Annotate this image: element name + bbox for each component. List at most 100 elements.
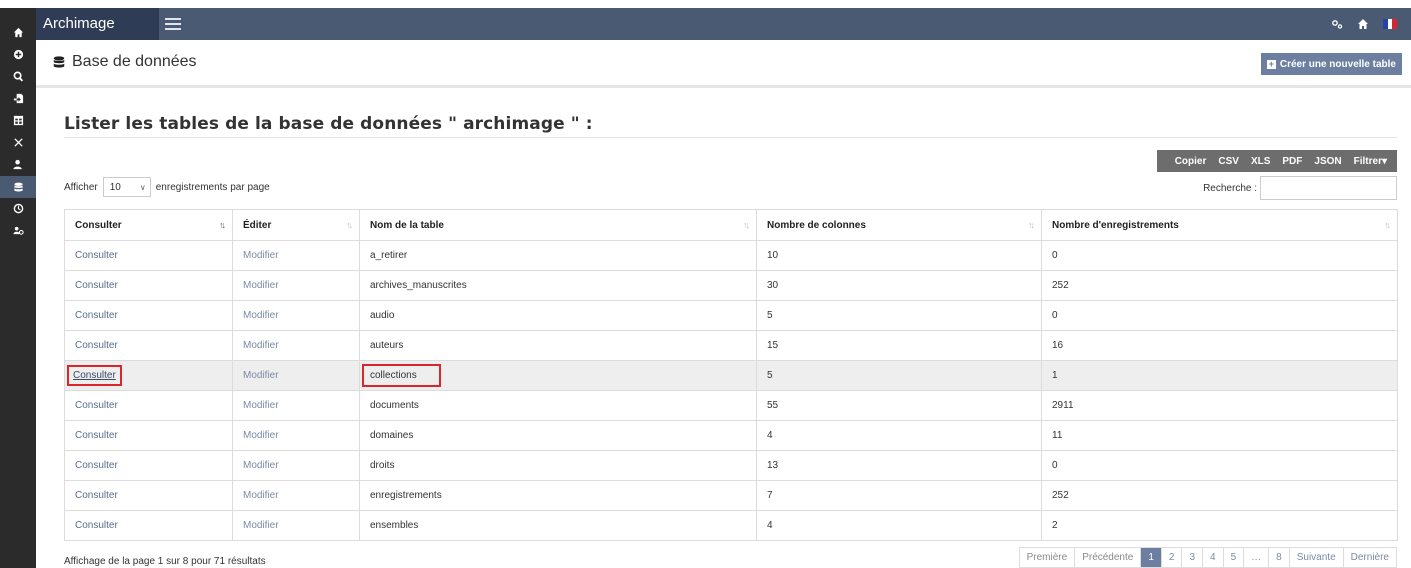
divider bbox=[64, 137, 1397, 138]
page-length-value: 10 bbox=[109, 181, 121, 193]
modifier-link[interactable]: Modifier bbox=[243, 400, 279, 411]
sidebar-plus-circle-icon[interactable] bbox=[0, 44, 36, 64]
table-row-highlighted: Consulter Modifier collections 5 1 bbox=[64, 360, 1398, 391]
consulter-link[interactable]: Consulter bbox=[75, 460, 118, 471]
home-icon[interactable] bbox=[1357, 18, 1369, 30]
sidebar-history-icon[interactable] bbox=[0, 198, 36, 218]
copy-button[interactable]: Copier bbox=[1169, 150, 1213, 172]
edit-cell: Modifier bbox=[232, 330, 360, 361]
column-count-cell: 5 bbox=[756, 360, 1042, 391]
xls-button[interactable]: XLS bbox=[1245, 150, 1276, 172]
consulter-link[interactable]: Consulter bbox=[75, 280, 118, 291]
tables-list: Consulter ↑↓ Éditer ↑↓ Nom de la table ↑↓ N… bbox=[64, 209, 1398, 541]
column-header-nom[interactable]: Nom de la table ↑↓ bbox=[359, 209, 757, 241]
modifier-link[interactable]: Modifier bbox=[243, 310, 279, 321]
results-info: Affichage de la page 1 sur 8 pour 71 rés… bbox=[64, 556, 266, 567]
table-name-cell: droits bbox=[359, 450, 757, 481]
search-input[interactable] bbox=[1260, 176, 1397, 200]
consulter-link[interactable]: Consulter bbox=[75, 250, 118, 261]
column-header-consulter[interactable]: Consulter ↑↓ bbox=[64, 209, 233, 241]
page-previous[interactable]: Précédente bbox=[1075, 548, 1142, 567]
page-5[interactable]: 5 bbox=[1224, 548, 1245, 567]
page-title-text: Base de données bbox=[72, 53, 197, 70]
table-row: Consulter Modifier audio 5 0 bbox=[64, 300, 1398, 331]
sidebar-home-icon[interactable] bbox=[0, 22, 36, 42]
column-count-cell: 30 bbox=[756, 270, 1042, 301]
page-8[interactable]: 8 bbox=[1269, 548, 1290, 567]
record-count-cell: 16 bbox=[1041, 330, 1398, 361]
record-count-cell: 252 bbox=[1041, 480, 1398, 511]
table-name-cell: audio bbox=[359, 300, 757, 331]
csv-button[interactable]: CSV bbox=[1212, 150, 1245, 172]
page-ellipsis: … bbox=[1244, 548, 1270, 567]
menu-toggle-icon[interactable] bbox=[164, 16, 182, 32]
record-count-cell: 11 bbox=[1041, 420, 1398, 451]
edit-cell: Modifier bbox=[232, 360, 360, 391]
page-3[interactable]: 3 bbox=[1182, 548, 1204, 567]
page-length-select[interactable]: 10 ∨ bbox=[102, 177, 151, 197]
view-cell: Consulter bbox=[64, 270, 233, 301]
table-name-cell: auteurs bbox=[359, 330, 757, 361]
consulter-link[interactable]: Consulter bbox=[67, 365, 122, 386]
length-suffix: enregistrements par page bbox=[155, 181, 270, 193]
page-last[interactable]: Dernière bbox=[1344, 548, 1396, 567]
modifier-link[interactable]: Modifier bbox=[243, 430, 279, 441]
consulter-link[interactable]: Consulter bbox=[75, 490, 118, 501]
column-count-cell: 4 bbox=[756, 420, 1042, 451]
sidebar-table-icon[interactable] bbox=[0, 110, 36, 130]
page-2[interactable]: 2 bbox=[1162, 548, 1183, 567]
consulter-link[interactable]: Consulter bbox=[75, 400, 118, 411]
record-count-cell: 2911 bbox=[1041, 390, 1398, 421]
table-name-cell: enregistrements bbox=[359, 480, 757, 511]
modifier-link[interactable]: Modifier bbox=[243, 520, 279, 531]
sidebar-file-import-icon[interactable] bbox=[0, 88, 36, 108]
consulter-link[interactable]: Consulter bbox=[75, 310, 118, 321]
column-header-enregistrements[interactable]: Nombre d'enregistrements ↑↓ bbox=[1041, 209, 1398, 241]
filter-dropdown-button[interactable]: Filtrer▾ bbox=[1348, 150, 1393, 172]
table-row: Consulter Modifier a_retirer 10 0 bbox=[64, 240, 1398, 271]
column-header-colonnes[interactable]: Nombre de colonnes ↑↓ bbox=[756, 209, 1042, 241]
sidebar-database-icon[interactable] bbox=[0, 176, 36, 198]
page-first[interactable]: Première bbox=[1020, 548, 1076, 567]
table-row: Consulter Modifier ensembles 4 2 bbox=[64, 510, 1398, 541]
search-control: Recherche : bbox=[1203, 176, 1397, 200]
edit-cell: Modifier bbox=[232, 240, 360, 271]
table-row: Consulter Modifier documents 55 2911 bbox=[64, 390, 1398, 421]
modifier-link[interactable]: Modifier bbox=[243, 370, 279, 381]
app-brand[interactable]: Archimage bbox=[36, 8, 159, 40]
sidebar-users-cog-icon[interactable] bbox=[0, 220, 36, 240]
sidebar-user-edit-icon[interactable] bbox=[0, 154, 36, 174]
modifier-link[interactable]: Modifier bbox=[243, 340, 279, 351]
modifier-link[interactable]: Modifier bbox=[243, 280, 279, 291]
table-name-cell: domaines bbox=[359, 420, 757, 451]
page-1[interactable]: 1 bbox=[1141, 548, 1162, 567]
view-cell: Consulter bbox=[64, 240, 233, 271]
modifier-link[interactable]: Modifier bbox=[243, 250, 279, 261]
create-table-button[interactable]: + Créer une nouvelle table bbox=[1260, 53, 1402, 75]
page-next[interactable]: Suivante bbox=[1290, 548, 1344, 567]
edit-cell: Modifier bbox=[232, 300, 360, 331]
consulter-link[interactable]: Consulter bbox=[75, 430, 118, 441]
modifier-link[interactable]: Modifier bbox=[243, 460, 279, 471]
pdf-button[interactable]: PDF bbox=[1276, 150, 1308, 172]
column-header-editer[interactable]: Éditer ↑↓ bbox=[232, 209, 360, 241]
sidebar-search-icon[interactable] bbox=[0, 66, 36, 86]
settings-icon[interactable] bbox=[1331, 18, 1343, 30]
modifier-link[interactable]: Modifier bbox=[243, 490, 279, 501]
consulter-link[interactable]: Consulter bbox=[75, 340, 118, 351]
view-cell: Consulter bbox=[64, 360, 233, 391]
view-cell: Consulter bbox=[64, 450, 233, 481]
french-flag-icon[interactable] bbox=[1383, 19, 1398, 29]
sort-icon: ↑↓ bbox=[743, 220, 750, 230]
plus-square-icon: + bbox=[1266, 58, 1276, 69]
table-row: Consulter Modifier droits 13 0 bbox=[64, 450, 1398, 481]
view-cell: Consulter bbox=[64, 330, 233, 361]
table-row: Consulter Modifier domaines 4 11 bbox=[64, 420, 1398, 451]
sort-icon: ↑↓ bbox=[1028, 220, 1035, 230]
consulter-link[interactable]: Consulter bbox=[75, 520, 118, 531]
icon-sidebar bbox=[0, 8, 36, 568]
page-4[interactable]: 4 bbox=[1203, 548, 1224, 567]
edit-cell: Modifier bbox=[232, 450, 360, 481]
sidebar-tools-icon[interactable] bbox=[0, 132, 36, 152]
json-button[interactable]: JSON bbox=[1308, 150, 1347, 172]
